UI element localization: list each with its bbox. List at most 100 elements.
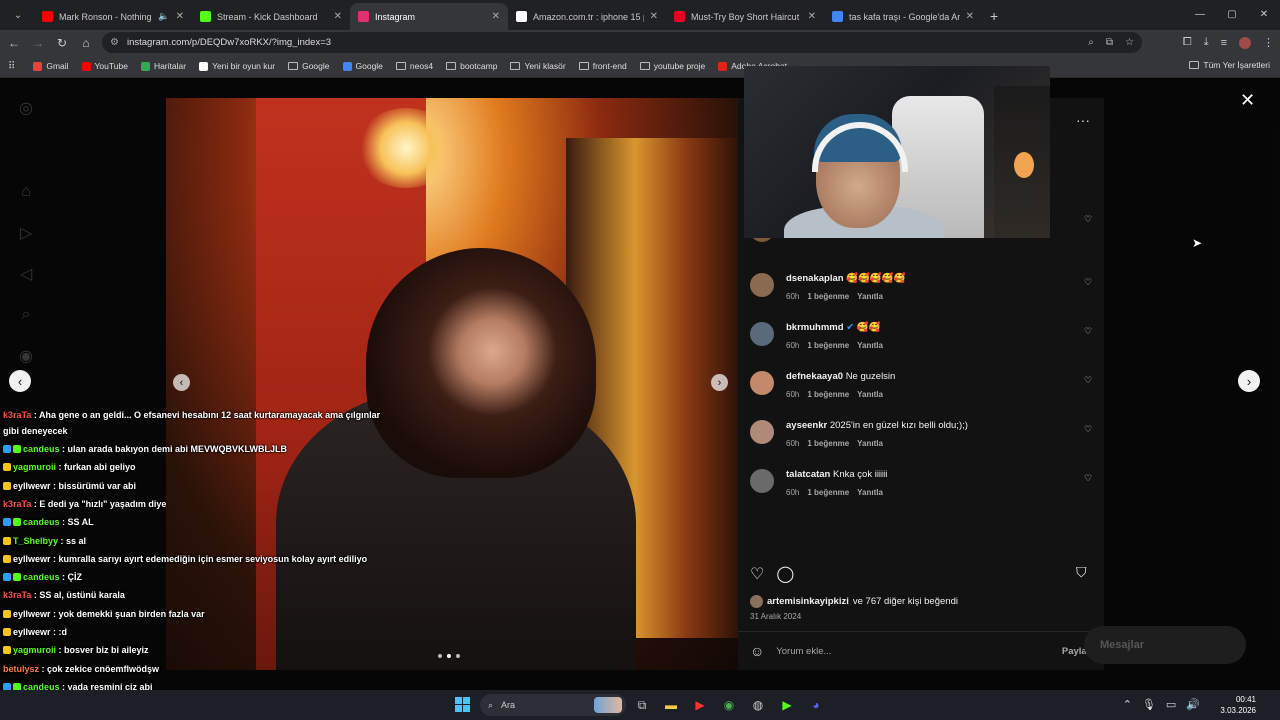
- menu-icon[interactable]: ⋮: [1263, 36, 1274, 49]
- cast-icon[interactable]: ⧉: [1106, 37, 1113, 48]
- maximize-button[interactable]: ▢: [1216, 0, 1248, 28]
- new-tab-button[interactable]: +: [990, 8, 998, 24]
- tab-search-button[interactable]: ⌄: [6, 3, 30, 27]
- download-icon[interactable]: ⤓: [1204, 36, 1209, 49]
- media-icon[interactable]: ≡: [1221, 37, 1227, 49]
- speaker-icon[interactable]: 🔈: [158, 11, 169, 22]
- comment-likes[interactable]: 1 beğenme: [807, 488, 849, 497]
- comment-reply[interactable]: Yanıtla: [857, 390, 883, 399]
- steam-icon[interactable]: ◍: [750, 697, 766, 713]
- comment-like-icon[interactable]: ♡: [1084, 214, 1092, 225]
- close-modal-icon[interactable]: ✕: [1240, 90, 1255, 111]
- tray-overflow-icon[interactable]: ⌃: [1123, 698, 1132, 711]
- microphone-icon[interactable]: 🎙: [1142, 698, 1156, 711]
- file-explorer-icon[interactable]: ▬: [663, 697, 679, 713]
- comment-like-icon[interactable]: ♡: [1084, 375, 1092, 386]
- likes-rest[interactable]: ve 767 diğer kişi beğendi: [853, 596, 958, 607]
- taskbar-search[interactable]: ⌕ Ara: [480, 694, 626, 716]
- next-post-arrow[interactable]: ›: [1238, 370, 1260, 392]
- bookmark-item[interactable]: Gmail: [33, 61, 69, 71]
- site-info-icon[interactable]: ⚙: [110, 37, 119, 48]
- bookmark-item[interactable]: Google: [288, 61, 330, 71]
- browser-tab[interactable]: Stream - Kick Dashboard ✕: [192, 3, 350, 30]
- comment-likes[interactable]: 1 beğenme: [807, 390, 849, 399]
- comment-reply[interactable]: Yanıtla: [857, 341, 883, 350]
- comment-icon[interactable]: ◯: [776, 564, 794, 584]
- comment-username[interactable]: ayseenkr: [786, 420, 827, 431]
- volume-icon[interactable]: 🔊: [1186, 698, 1200, 711]
- comment-username[interactable]: dsenakaplan: [786, 273, 844, 284]
- close-tab-icon[interactable]: ✕: [966, 11, 974, 22]
- browser-tab[interactable]: Instagram ✕: [350, 3, 508, 30]
- browser-tab[interactable]: tas kafa traşı - Google'da Ara ✕: [824, 3, 982, 30]
- comment-likes[interactable]: 1 beğenme: [807, 439, 849, 448]
- extensions-icon[interactable]: ⧠: [1183, 36, 1192, 49]
- reload-button[interactable]: ↻: [50, 31, 74, 55]
- messages-button[interactable]: Mesajlar: [1084, 626, 1246, 664]
- close-tab-icon[interactable]: ✕: [334, 11, 342, 22]
- comment-like-icon[interactable]: ♡: [1084, 277, 1092, 288]
- bookmark-item[interactable]: YouTube: [81, 61, 128, 71]
- bookmark-star-icon[interactable]: ☆: [1125, 37, 1134, 48]
- emoji-icon[interactable]: ☺: [750, 643, 764, 659]
- chrome-icon[interactable]: ◉: [721, 697, 737, 713]
- browser-tab[interactable]: Must-Try Boy Short Haircut Insp ✕: [666, 3, 824, 30]
- comment-likes[interactable]: 1 beğenme: [807, 341, 849, 350]
- commenter-avatar[interactable]: [750, 322, 774, 346]
- commenter-avatar[interactable]: [750, 273, 774, 297]
- system-clock[interactable]: 00:41 3.03.2026: [1220, 694, 1256, 716]
- close-tab-icon[interactable]: ✕: [176, 11, 184, 22]
- bookmark-item[interactable]: neos4: [395, 61, 433, 71]
- commenter-avatar[interactable]: [750, 469, 774, 493]
- comment-input[interactable]: Yorum ekle...: [776, 646, 831, 657]
- discord-icon[interactable]: ◕: [808, 697, 824, 713]
- all-bookmarks-button[interactable]: Tüm Yer İşaretleri: [1189, 60, 1270, 70]
- more-options-icon[interactable]: ···: [1076, 112, 1090, 128]
- close-tab-icon[interactable]: ✕: [808, 11, 816, 22]
- bookmark-item[interactable]: Haritalar: [140, 61, 186, 71]
- liker-username[interactable]: artemisinkayipkizi: [767, 596, 849, 607]
- comment-reply[interactable]: Yanıtla: [857, 292, 883, 301]
- forward-button[interactable]: →: [26, 31, 50, 55]
- comment-reply[interactable]: Yanıtla: [857, 488, 883, 497]
- prev-post-arrow[interactable]: ‹: [9, 370, 31, 392]
- home-button[interactable]: ⌂: [74, 31, 98, 55]
- comment-reply[interactable]: Yanıtla: [857, 439, 883, 448]
- close-tab-icon[interactable]: ✕: [650, 11, 658, 22]
- bookmark-item[interactable]: youtube proje: [639, 61, 705, 71]
- apps-icon[interactable]: ⠿: [8, 61, 15, 72]
- comment-username[interactable]: defnekaaya0: [786, 371, 843, 382]
- profile-avatar[interactable]: [1239, 36, 1251, 49]
- comment-username[interactable]: talatcatan: [786, 469, 830, 480]
- commenter-avatar[interactable]: [750, 371, 774, 395]
- close-window-button[interactable]: ✕: [1248, 0, 1280, 28]
- bookmark-item[interactable]: front-end: [578, 61, 627, 71]
- comment-like-icon[interactable]: ♡: [1084, 473, 1092, 484]
- browser-tab[interactable]: Mark Ronson - Nothing Bre 🔈 ✕: [34, 3, 192, 30]
- address-bar[interactable]: ⚙ instagram.com/p/DEQDw7xoRKX/?img_index…: [102, 32, 1142, 53]
- comment-like-icon[interactable]: ♡: [1084, 424, 1092, 435]
- image-prev-arrow[interactable]: ‹: [173, 374, 190, 391]
- comment-like-icon[interactable]: ♡: [1084, 326, 1092, 337]
- display-icon[interactable]: ▭: [1166, 698, 1176, 711]
- comment-username[interactable]: bkrmuhmmd: [786, 322, 844, 333]
- comment-likes[interactable]: 1 beğenme: [807, 292, 849, 301]
- bookmark-item[interactable]: Yeni bir oyun kur: [199, 61, 275, 71]
- zoom-icon[interactable]: ⌕: [1088, 37, 1094, 48]
- image-next-arrow[interactable]: ›: [711, 374, 728, 391]
- bookmark-item[interactable]: Google: [342, 61, 383, 71]
- close-tab-icon[interactable]: ✕: [492, 11, 500, 22]
- youtube-app-icon[interactable]: ▶: [692, 697, 708, 713]
- minimize-button[interactable]: —: [1184, 0, 1216, 28]
- back-button[interactable]: ←: [2, 31, 26, 55]
- like-icon[interactable]: ♡: [750, 564, 764, 584]
- save-icon[interactable]: ⛉: [1076, 564, 1087, 581]
- start-button[interactable]: [455, 697, 470, 712]
- kick-app-icon[interactable]: ▶: [779, 697, 795, 713]
- comment-time: 60h: [786, 390, 800, 399]
- bookmark-item[interactable]: Yeni klasör: [510, 61, 566, 71]
- task-view-icon[interactable]: ⧉: [634, 697, 650, 713]
- bookmark-item[interactable]: bootcamp: [446, 61, 497, 71]
- browser-tab[interactable]: Amazon.com.tr : iphone 15 pro ✕: [508, 3, 666, 30]
- commenter-avatar[interactable]: [750, 420, 774, 444]
